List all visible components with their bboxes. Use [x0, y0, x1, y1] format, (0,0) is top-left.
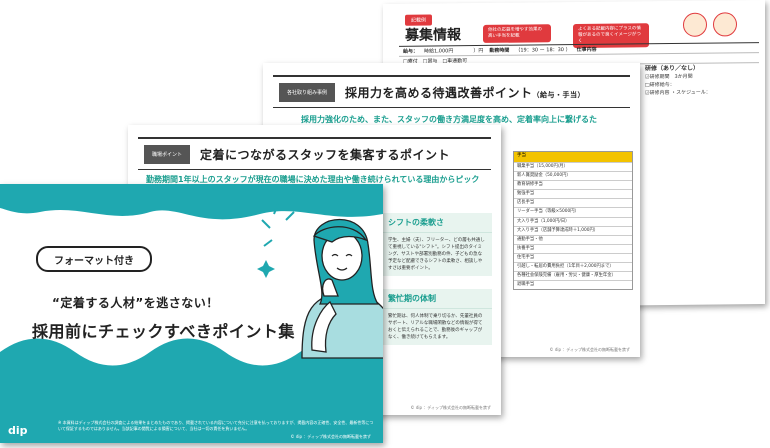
callout-bubble-left: 他社の応募を増やす効果の高い手当を記載 [483, 24, 551, 43]
dip-logo: dip [8, 424, 28, 437]
card-body: 学生、主婦（夫）、フリーター、どの層も共通して重視している"シフト"。シフト提出… [388, 238, 485, 271]
table-row: 勉強手当 [514, 189, 632, 198]
footer-copyright: © dip ：ディップ株式会社の無断転載を禁ず [290, 434, 371, 439]
table-row: 大入り手当（1,000円/日） [514, 216, 632, 226]
table-row: 教育研修手当 [514, 180, 632, 189]
point-card-busy-season: 繁忙期の体制 繁忙期は、何人体制で乗り切るか、先輩社員のサポート、リアルな職場閑… [382, 289, 492, 345]
slide-title: 採用力を高める待遇改善ポイント（給与・手当） [345, 85, 586, 100]
table-row: 通勤手当・他 [514, 234, 632, 244]
allowance-table: 手当 職業手当（15,000円/月） 新人賞奨励金（50,000円） 教育研修手… [513, 151, 633, 291]
table-row: 各種社会保険完備（雇用・労災・健康・厚生年金） [514, 271, 632, 280]
table-header: 手当 [514, 152, 632, 162]
category-chip: 職場ポイント [144, 144, 191, 164]
table-row: 大入り手当（店舗予算達成時＋1,000円） [514, 225, 632, 235]
slide-title: 定着につながるスタッフを集客するポイント [200, 147, 451, 162]
table-row: 職業手当（15,000円/月） [514, 162, 632, 171]
cover-slide: フォーマット付き “定着する人材”を逃さない！ 採用前にチェックすべきポイント集… [0, 184, 383, 443]
table-row: 退職手当 [514, 280, 632, 289]
footer-copyright: © dip ：ディップ株式会社の無断転載を禁ず [549, 347, 630, 352]
slide-header: 職場ポイント 定着につながるスタッフを集客するポイント [138, 137, 491, 170]
card-title: シフトの柔軟さ [382, 213, 492, 233]
card-body: 繁忙期は、何人体制で乗り切るか、先輩社員のサポート、リアルな職場閑散などの情報が… [388, 314, 483, 340]
cover-subtitle: “定着する人材”を逃さない！ [52, 296, 219, 310]
table-row: 扶養手当 [514, 243, 632, 253]
table-row: 店長手当 [514, 198, 632, 207]
card-title: 繁忙期の体制 [382, 289, 492, 309]
category-chip: 各社取り組み事例 [279, 82, 336, 102]
table-row: 住宅手当 [514, 252, 632, 262]
avatar-illustration [683, 12, 707, 37]
cover-title: 採用前にチェックすべきポイント集 [32, 322, 295, 341]
footer-copyright: © dip ：ディップ株式会社の無断転載を禁ず [410, 405, 491, 410]
format-included-badge: フォーマット付き [36, 246, 152, 272]
disclaimer-text: ※ 本資料はディップ株式会社の調査による結果をまとめたものであり、掲載されている… [58, 420, 374, 431]
table-row: 新人賞奨励金（50,000円） [514, 171, 632, 180]
table-row: リーダー手当（等級×5000円） [514, 207, 632, 216]
training-section: 研修（あり／なし） ☑研修期間 3か月間 □研修給与： ☑研修内容 ・スケジュー… [645, 64, 711, 97]
slide-title: 募集情報 [405, 27, 461, 44]
table-row: 引越し・転居の費用負担（1年目＋2,000円まで） [514, 262, 632, 271]
slide-header: 各社取り組み事例 採用力を高める待遇改善ポイント（給与・手当） [273, 75, 630, 108]
avatar-illustration [713, 12, 737, 37]
point-card-shift: シフトの柔軟さ 学生、主婦（夫）、フリーター、どの層も共通して重視している"シフ… [382, 213, 492, 276]
